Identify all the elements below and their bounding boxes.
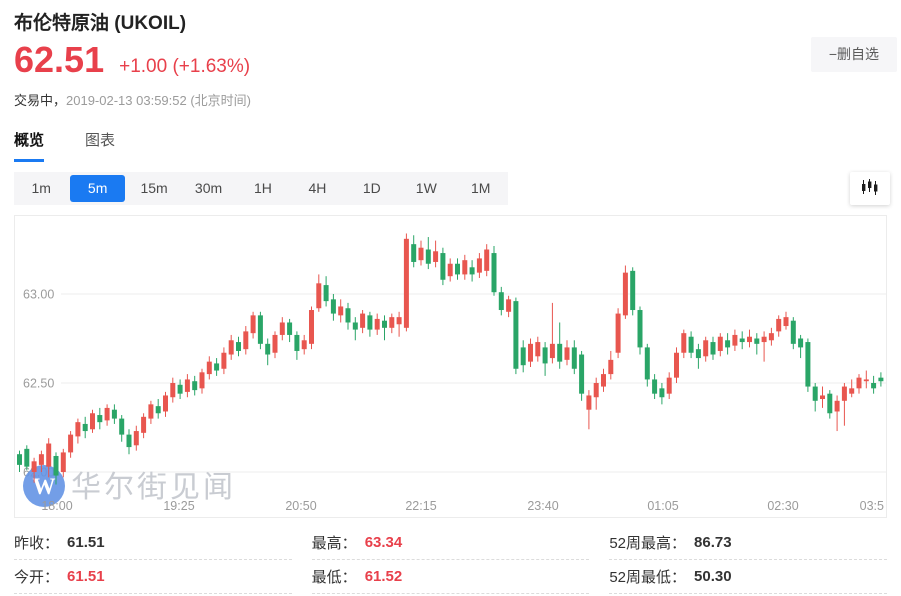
svg-text:63.00: 63.00 bbox=[23, 288, 54, 302]
svg-text:02:30: 02:30 bbox=[767, 499, 798, 513]
stat-high: 最高： 63.34 bbox=[312, 526, 590, 560]
svg-text:23:40: 23:40 bbox=[527, 499, 558, 513]
quote-timestamp: 2019-02-13 03:59:52 (北京时间) bbox=[66, 93, 251, 108]
chart-style-button[interactable] bbox=[850, 172, 890, 205]
stat-week52-low: 52周最低： 50.30 bbox=[609, 560, 887, 594]
stat-column: 最高： 63.34 最低： 61.52 bbox=[312, 526, 590, 594]
view-tabs: 概览 图表 bbox=[14, 129, 115, 162]
stat-week52-high: 52周最高： 86.73 bbox=[609, 526, 887, 560]
svg-text:18:00: 18:00 bbox=[41, 499, 72, 513]
period-button-1M[interactable]: 1M bbox=[454, 175, 508, 202]
stat-prev-close: 昨收： 61.51 bbox=[14, 526, 292, 560]
stat-label-low: 最低： bbox=[312, 566, 357, 587]
stat-label-week52-high: 52周最高： bbox=[609, 532, 686, 553]
stat-value-week52-high: 86.73 bbox=[694, 534, 732, 551]
svg-text:W: W bbox=[33, 474, 56, 499]
price-block: 62.51 +1.00 (+1.63%) bbox=[14, 42, 250, 78]
stat-column: 昨收： 61.51 今开： 61.51 bbox=[14, 526, 292, 594]
svg-text:20:50: 20:50 bbox=[285, 499, 316, 513]
period-button-1m[interactable]: 1m bbox=[14, 175, 68, 202]
page-title: 布伦特原油 (UKOIL) bbox=[14, 8, 186, 35]
period-button-5m[interactable]: 5m bbox=[70, 175, 124, 202]
trading-status: 交易中， bbox=[14, 93, 66, 108]
period-button-1H[interactable]: 1H bbox=[236, 175, 290, 202]
candlestick-chart-icon bbox=[860, 179, 880, 198]
candlestick-chart[interactable]: 63.0062.5062.00W华尔街见闻18:0019:2520:5022:1… bbox=[14, 215, 887, 518]
tab-chart[interactable]: 图表 bbox=[85, 129, 115, 162]
svg-text:19:25: 19:25 bbox=[163, 499, 194, 513]
period-button-15m[interactable]: 15m bbox=[127, 175, 181, 202]
svg-text:华尔街见闻: 华尔街见闻 bbox=[71, 471, 236, 504]
svg-text:01:05: 01:05 bbox=[647, 499, 678, 513]
stat-value-open: 61.51 bbox=[67, 568, 105, 585]
tab-overview[interactable]: 概览 bbox=[14, 129, 44, 162]
current-price: 62.51 bbox=[14, 42, 104, 78]
period-button-4H[interactable]: 4H bbox=[290, 175, 344, 202]
period-button-30m[interactable]: 30m bbox=[181, 175, 235, 202]
stat-column: 52周最高： 86.73 52周最低： 50.30 bbox=[609, 526, 887, 594]
svg-text:62.50: 62.50 bbox=[23, 377, 54, 391]
stat-low: 最低： 61.52 bbox=[312, 560, 590, 594]
stat-value-high: 63.34 bbox=[365, 534, 403, 551]
candlestick-chart-canvas[interactable]: 63.0062.5062.00W华尔街见闻18:0019:2520:5022:1… bbox=[15, 216, 886, 517]
period-button-1W[interactable]: 1W bbox=[399, 175, 453, 202]
stat-label-prev-close: 昨收： bbox=[14, 532, 59, 553]
stat-value-week52-low: 50.30 bbox=[694, 568, 732, 585]
remove-watchlist-button[interactable]: −删自选 bbox=[811, 37, 897, 72]
svg-text:22:15: 22:15 bbox=[405, 499, 436, 513]
period-selector: 1m5m15m30m1H4H1D1W1M bbox=[14, 172, 508, 205]
price-change: +1.00 (+1.63%) bbox=[119, 56, 250, 78]
quote-stats: 昨收： 61.51 今开： 61.51 最高： 63.34 最低： 61.52 52周最高： 86… bbox=[14, 526, 887, 594]
period-button-1D[interactable]: 1D bbox=[345, 175, 399, 202]
market-status-row: 交易中，2019-02-13 03:59:52 (北京时间) bbox=[14, 90, 251, 109]
stat-value-low: 61.52 bbox=[365, 568, 403, 585]
svg-text:03:5: 03:5 bbox=[860, 499, 884, 513]
stat-open: 今开： 61.51 bbox=[14, 560, 292, 594]
stat-label-open: 今开： bbox=[14, 566, 59, 587]
stat-label-high: 最高： bbox=[312, 532, 357, 553]
stat-value-prev-close: 61.51 bbox=[67, 534, 105, 551]
stat-label-week52-low: 52周最低： bbox=[609, 566, 686, 587]
